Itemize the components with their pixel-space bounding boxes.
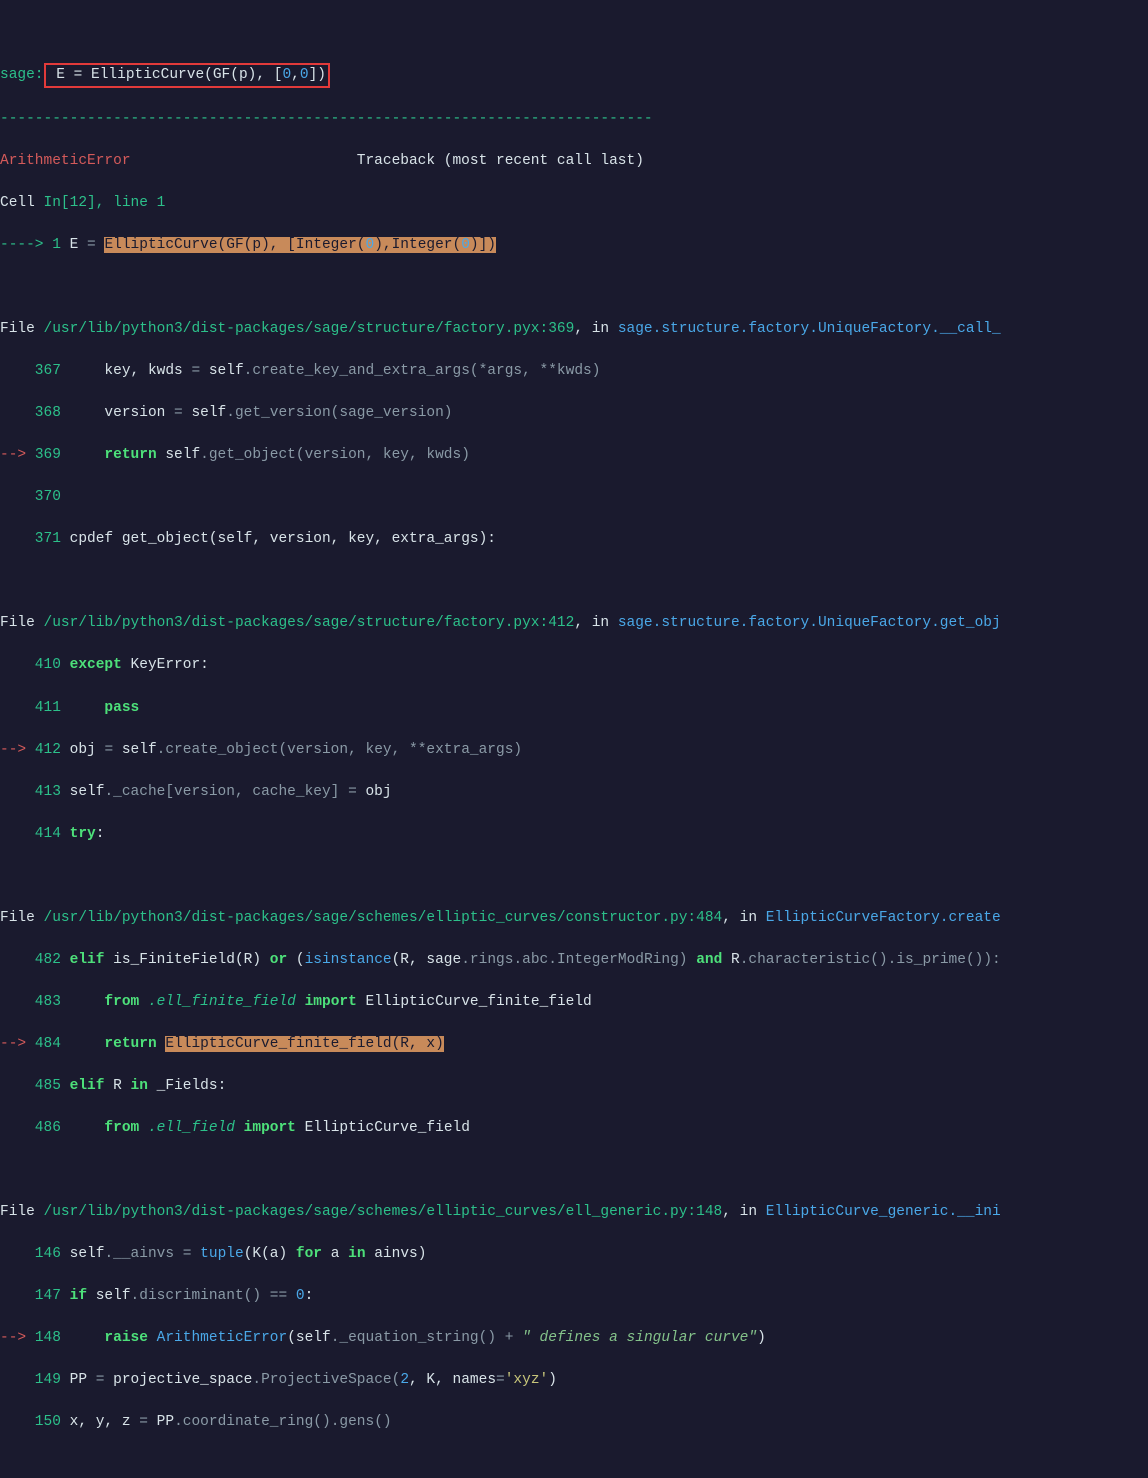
code-line: 150 x, y, z = PP.coordinate_ring().gens(… — [0, 1412, 1148, 1433]
code-line-current: --> 369 return self.get_object(version, … — [0, 445, 1148, 466]
code-line: 146 self.__ainvs = tuple(K(a) for a in a… — [0, 1244, 1148, 1265]
arrow-line-1: ----> 1 E = EllipticCurve(GF(p), [Intege… — [0, 235, 1148, 256]
cell-line: Cell In[12], line 1 — [0, 193, 1148, 214]
separator-dashes: ----------------------------------------… — [0, 111, 653, 127]
code-line: 371 cpdef get_object(self, version, key,… — [0, 529, 1148, 550]
code-line: 485 elif R in _Fields: — [0, 1076, 1148, 1097]
code-line-current: --> 412 obj = self.create_object(version… — [0, 740, 1148, 761]
code-line-current: --> 148 raise ArithmeticError(self._equa… — [0, 1328, 1148, 1349]
file-frame-4: File /usr/lib/python3/dist-packages/sage… — [0, 1202, 1148, 1223]
code-line: 367 key, kwds = self.create_key_and_extr… — [0, 361, 1148, 382]
code-line: 482 elif is_FiniteField(R) or (isinstanc… — [0, 950, 1148, 971]
code-line: 149 PP = projective_space.ProjectiveSpac… — [0, 1370, 1148, 1391]
code-line-current: --> 484 return EllipticCurve_finite_fiel… — [0, 1034, 1148, 1055]
file-frame-3: File /usr/lib/python3/dist-packages/sage… — [0, 908, 1148, 929]
file-frame-1: File /usr/lib/python3/dist-packages/sage… — [0, 319, 1148, 340]
input-command-box: E = EllipticCurve(GF(p), [0,0]) — [44, 63, 330, 88]
code-line: 486 from .ell_field import EllipticCurve… — [0, 1118, 1148, 1139]
code-line: 370 — [0, 487, 1148, 508]
code-line: 483 from .ell_finite_field import Ellipt… — [0, 992, 1148, 1013]
code-line: 147 if self.discriminant() == 0: — [0, 1286, 1148, 1307]
code-line: 413 self._cache[version, cache_key] = ob… — [0, 782, 1148, 803]
file-frame-2: File /usr/lib/python3/dist-packages/sage… — [0, 613, 1148, 634]
input-line: sage: E = EllipticCurve(GF(p), [0,0]) — [0, 63, 1148, 88]
code-line: 410 except KeyError: — [0, 655, 1148, 676]
code-line: 414 try: — [0, 824, 1148, 845]
code-line: 411 pass — [0, 698, 1148, 719]
sage-prompt: sage: — [0, 67, 44, 83]
error-header: ArithmeticError Traceback (most recent c… — [0, 151, 1148, 172]
code-line: 368 version = self.get_version(sage_vers… — [0, 403, 1148, 424]
